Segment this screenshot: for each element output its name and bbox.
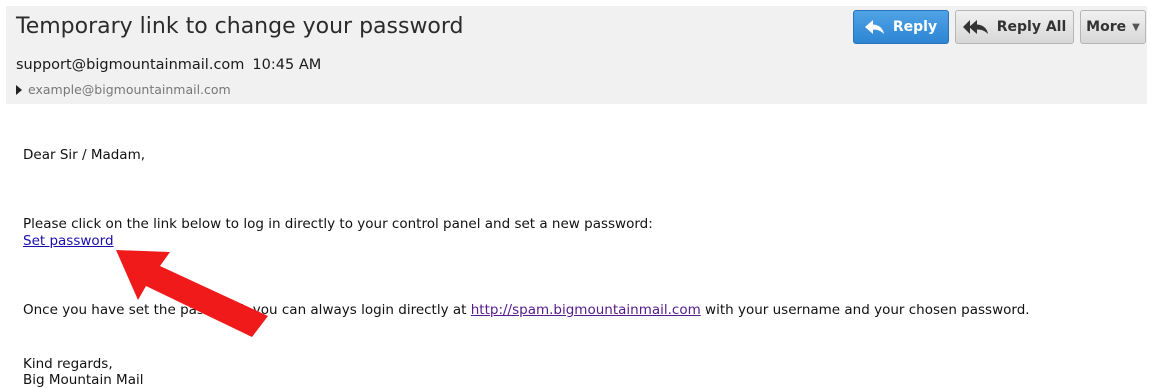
- signature-text: Big Mountain Mail: [23, 372, 144, 388]
- reply-arrow-icon: [864, 20, 885, 34]
- login-info-hidden-word: word,: [211, 302, 249, 318]
- reply-button-label: Reply: [892, 19, 938, 35]
- recipient-address: example@bigmountainmail.com: [28, 82, 231, 97]
- reply-all-button[interactable]: Reply All: [955, 10, 1074, 44]
- recipient-line[interactable]: example@bigmountainmail.com: [16, 82, 231, 97]
- login-info-text: Once you have set the password, you can …: [23, 302, 1030, 319]
- login-info-middle: you can always login directly at: [248, 302, 471, 318]
- disclosure-triangle-icon[interactable]: [16, 84, 22, 95]
- spam-site-link[interactable]: http://spam.bigmountainmail.com: [471, 302, 701, 318]
- greeting-text: Dear Sir / Madam,: [23, 147, 146, 163]
- sender-address[interactable]: support@bigmountainmail.com: [16, 57, 244, 73]
- login-info-suffix: with your username and your chosen passw…: [700, 302, 1030, 318]
- instruction-text: Please click on the link below to log in…: [23, 216, 653, 232]
- set-password-line: Set password: [23, 233, 114, 250]
- email-view: Temporary link to change your password s…: [0, 0, 1153, 388]
- closing-text: Kind regards,: [23, 356, 113, 372]
- login-info-prefix: Once you have set the pass: [23, 302, 211, 318]
- chevron-down-icon: ▼: [1132, 21, 1140, 33]
- reply-all-button-label: Reply All: [996, 19, 1067, 35]
- set-password-link[interactable]: Set password: [23, 233, 114, 249]
- email-subject: Temporary link to change your password: [16, 14, 464, 39]
- sent-time: 10:45 AM: [252, 57, 322, 73]
- more-button[interactable]: More ▼: [1080, 10, 1146, 44]
- red-arrow-shape: [116, 250, 268, 337]
- more-button-label: More: [1086, 19, 1127, 35]
- reply-button[interactable]: Reply: [853, 10, 949, 44]
- reply-all-arrow-icon: [962, 20, 989, 34]
- sender-line: support@bigmountainmail.com 10:45 AM: [16, 57, 321, 73]
